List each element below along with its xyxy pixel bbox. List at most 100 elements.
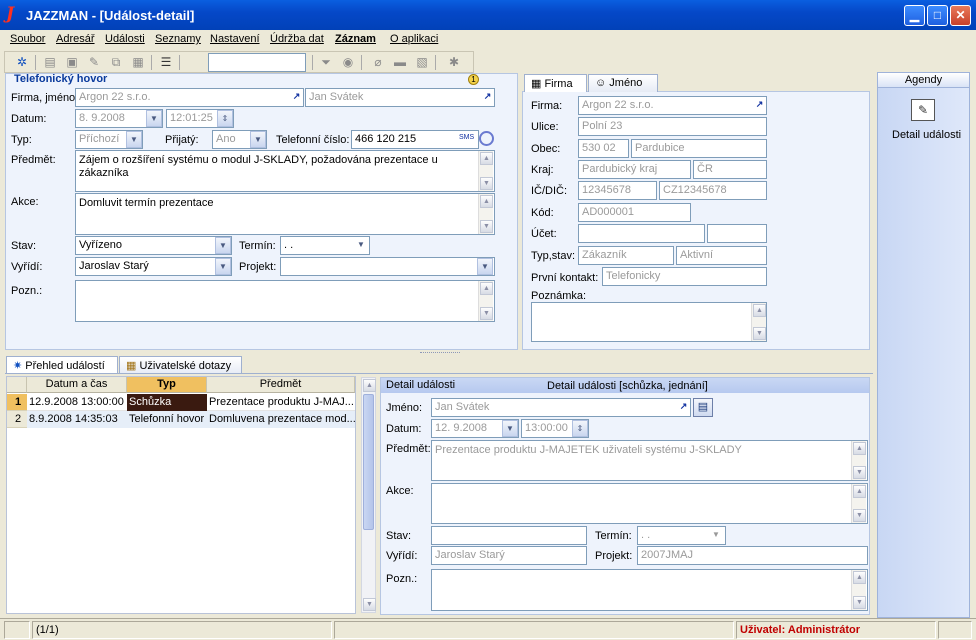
ucet-field[interactable] (578, 224, 705, 243)
attach-icon[interactable]: ⌀ (369, 54, 387, 71)
termin-dropdown-icon[interactable]: ▼ (353, 237, 369, 254)
firm-lookup-icon[interactable]: ↗ (753, 97, 766, 114)
pozn-textarea[interactable] (75, 280, 495, 322)
jmeno-field[interactable]: Jan Svátek (305, 88, 495, 107)
detail-akce-scrollbar[interactable]: ▲ ▼ (851, 484, 866, 523)
status-pane-grip[interactable] (938, 621, 972, 639)
detail-termin-dropdown-icon[interactable]: ▼ (708, 527, 724, 544)
firm-typ-field[interactable]: Zákazník (578, 246, 674, 265)
menu-nastaveni[interactable]: Nastavení (210, 33, 260, 45)
menu-adresar[interactable]: Adresář (56, 33, 95, 45)
psc-field[interactable]: 530 02 (578, 139, 629, 158)
detail-predmet-textarea[interactable]: Prezentace produktu J-MAJETEK uživateli … (431, 440, 868, 481)
refresh-icon[interactable]: ◉ (339, 54, 357, 71)
table-scroll-thumb[interactable] (363, 394, 374, 530)
row-number[interactable]: 2 (7, 411, 27, 428)
tab-firma[interactable]: ▦ Firma (524, 74, 587, 92)
table-row-typ[interactable]: Telefonní hovor (127, 411, 207, 428)
cas-spinner-icon[interactable]: ⇕ (217, 110, 233, 127)
edit-icon[interactable]: ✎ (85, 54, 103, 71)
close-button[interactable]: ✕ (950, 5, 971, 26)
projekt-select[interactable] (280, 257, 495, 276)
tab-uzivatelske-dotazy[interactable]: ▦ Uživatelské dotazy (119, 356, 242, 374)
list-icon[interactable]: ☰ (157, 54, 175, 71)
row-number[interactable]: 1 (7, 394, 27, 411)
menu-seznamy[interactable]: Seznamy (155, 33, 201, 45)
tab-prehled-udalosti[interactable]: ✷ Přehled událostí (6, 356, 118, 374)
copy-icon[interactable]: ⧉ (107, 54, 125, 71)
run-icon[interactable]: ✲ (13, 54, 31, 71)
save-icon[interactable]: ▣ (63, 54, 81, 71)
predmet-textarea[interactable]: Zájem o rozšíření systému o modul J-SKLA… (75, 150, 495, 192)
sms-icon[interactable]: SMS (459, 134, 474, 141)
detail-jmeno-lookup-icon[interactable]: ↗ (677, 399, 690, 416)
firma-field[interactable]: Argon 22 s.r.o. (75, 88, 304, 107)
menu-o-aplikaci[interactable]: O aplikaci (390, 33, 438, 45)
kraj-field[interactable]: Pardubický kraj (578, 160, 691, 179)
firm-stav-field[interactable]: Aktivní (676, 246, 767, 265)
detail-vyridi-field[interactable]: Jaroslav Starý (431, 546, 587, 565)
new-icon[interactable]: ▤ (41, 54, 59, 71)
poznamka-scrollbar[interactable]: ▲ ▼ (751, 303, 766, 341)
menu-udalosti[interactable]: Události (105, 33, 145, 45)
prijaty-dropdown-icon[interactable]: ▼ (250, 131, 266, 148)
detail-datum-dropdown-icon[interactable]: ▼ (502, 420, 518, 437)
col-datum-header[interactable]: Datum a čas (27, 377, 127, 393)
table-row-datum[interactable]: 12.9.2008 13:00:00 (27, 394, 127, 411)
settings-icon[interactable]: ✱ (445, 54, 463, 71)
detail-akce-textarea[interactable] (431, 483, 868, 524)
jmeno-lookup-icon[interactable]: ↗ (481, 89, 494, 106)
kontakt-field[interactable]: Telefonicky (602, 267, 767, 286)
ucet-bank-field[interactable] (707, 224, 767, 243)
projekt-dropdown-icon[interactable]: ▼ (477, 258, 493, 275)
ic-field[interactable]: 12345678 (578, 181, 657, 200)
pozn-scrollbar[interactable]: ▲ ▼ (478, 281, 493, 321)
detail-cas-spinner-icon[interactable]: ⇕ (572, 420, 588, 437)
detail-pozn-scrollbar[interactable]: ▲ ▼ (851, 570, 866, 610)
kod-field[interactable]: AD000001 (578, 203, 691, 222)
delete-icon[interactable]: ▦ (129, 54, 147, 71)
export-icon[interactable]: ▧ (413, 54, 431, 71)
stat-field[interactable]: ČR (693, 160, 767, 179)
menu-zaznam[interactable]: Záznam (335, 33, 376, 45)
vyridi-dropdown-icon[interactable]: ▼ (215, 258, 231, 275)
splitter-handle[interactable] (420, 352, 460, 355)
tab-jmeno[interactable]: ☺ Jméno (588, 74, 658, 92)
poznamka-textarea[interactable] (531, 302, 767, 342)
filter-icon[interactable]: ⏷ (317, 54, 335, 71)
col-predmet-header[interactable]: Předmět (207, 377, 355, 393)
contact-card-icon[interactable]: ▤ (693, 398, 713, 417)
maximize-button[interactable]: □ (927, 5, 948, 26)
vyridi-select[interactable]: Jaroslav Starý (75, 257, 232, 276)
stav-select[interactable]: Vyřízeno (75, 236, 232, 255)
table-row-typ[interactable]: Schůzka (127, 394, 207, 411)
firma-lookup-icon[interactable]: ↗ (290, 89, 303, 106)
ulice-field[interactable]: Polní 23 (578, 117, 767, 136)
detail-pozn-textarea[interactable] (431, 569, 868, 611)
detail-stav-field[interactable] (431, 526, 587, 545)
agendy-detail-udalosti[interactable]: Detail události (892, 129, 961, 141)
print-icon[interactable]: ▬ (391, 54, 409, 71)
akce-textarea[interactable]: Domluvit termín prezentace (75, 193, 495, 235)
detail-jmeno-field[interactable]: Jan Svátek (431, 398, 691, 417)
stav-dropdown-icon[interactable]: ▼ (215, 237, 231, 254)
dial-icon[interactable] (479, 131, 494, 146)
search-input[interactable] (208, 53, 306, 72)
datum-dropdown-icon[interactable]: ▼ (146, 110, 162, 127)
predmet-scrollbar[interactable]: ▲ ▼ (478, 151, 493, 191)
dic-field[interactable]: CZ12345678 (659, 181, 767, 200)
col-typ-header[interactable]: Typ (127, 377, 207, 393)
info-icon[interactable]: 1 (468, 74, 479, 85)
obec-field[interactable]: Pardubice (631, 139, 767, 158)
detail-udalosti-icon[interactable]: ✎ (911, 99, 935, 121)
menu-udrzba[interactable]: Údržba dat (270, 33, 324, 45)
table-scrollbar[interactable]: ▲ ▼ (361, 377, 376, 613)
table-row-predmet[interactable]: Domluvena prezentace mod... (207, 411, 355, 428)
typ-dropdown-icon[interactable]: ▼ (126, 131, 142, 148)
menu-soubor[interactable]: Soubor (10, 33, 45, 45)
table-row-datum[interactable]: 8.9.2008 14:35:03 (27, 411, 127, 428)
firm-firma-field[interactable]: Argon 22 s.r.o. (578, 96, 767, 115)
akce-scrollbar[interactable]: ▲ ▼ (478, 194, 493, 234)
table-row-predmet[interactable]: Prezentace produktu J-MAJ... (207, 394, 355, 411)
detail-predmet-scrollbar[interactable]: ▲ ▼ (851, 441, 866, 480)
